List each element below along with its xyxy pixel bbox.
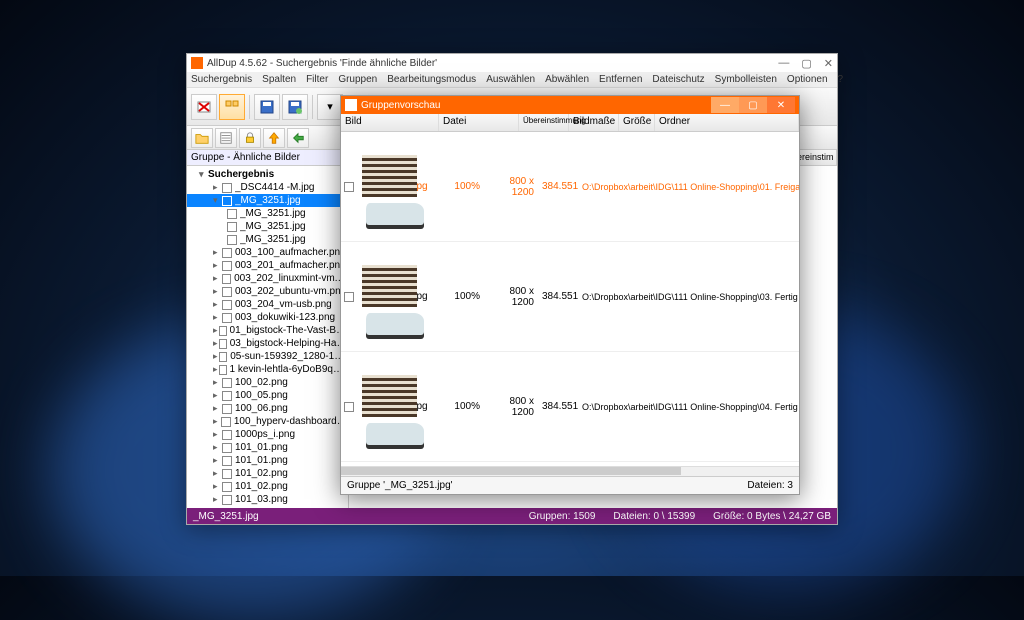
preview-row[interactable]: _MG_3251.jpg 100% 800 x 1200 384.551 O:\…: [341, 132, 799, 242]
minimize-icon[interactable]: —: [778, 57, 789, 70]
folder-button[interactable]: [191, 128, 213, 148]
tree-file[interactable]: ▸003_202_ubuntu-vm.png: [187, 285, 348, 298]
tree-file[interactable]: ▸1000ps_i.png: [187, 428, 348, 441]
menu-item[interactable]: Suchergebnis: [191, 74, 252, 85]
menu-item[interactable]: Auswählen: [486, 74, 535, 85]
tree-file[interactable]: ▸003_100_aufmacher.png: [187, 246, 348, 259]
tree-file[interactable]: ▸003_202_linuxmint-vm.png: [187, 272, 348, 285]
preview-columns[interactable]: Bild Datei Übereinstimmung Bildmaße Größ…: [341, 114, 799, 132]
footer-count: Dateien: 3: [747, 480, 793, 491]
status-groups: Gruppen: 1509: [529, 511, 596, 522]
file-size: 384.551: [538, 181, 578, 192]
row-checkbox[interactable]: [341, 402, 354, 412]
minimize-icon[interactable]: —: [711, 97, 739, 113]
window-title: AllDup 4.5.62 - Suchergebnis 'Finde ähnl…: [207, 58, 778, 69]
tree-file[interactable]: ▸101_01.png: [187, 454, 348, 467]
preview-row[interactable]: _MG_3251.jpg 100% 800 x 1200 384.551 O:\…: [341, 352, 799, 462]
preview-title: Gruppenvorschau: [361, 100, 711, 111]
tree-file[interactable]: ▸101_02.png: [187, 480, 348, 493]
back-button[interactable]: [287, 128, 309, 148]
tree-file[interactable]: ▸100_06.png: [187, 402, 348, 415]
tree-group-selected[interactable]: ▾_MG_3251.jpg: [187, 194, 348, 207]
tree-file[interactable]: ▸03_bigstock-Helping-Hand-Concept-…: [187, 337, 348, 350]
tree-file[interactable]: ▸05-sun-159392_1280-1078x1024.jpg: [187, 350, 348, 363]
tree-file[interactable]: ▸003_204_vm-usb.png: [187, 298, 348, 311]
tree-group[interactable]: ▸_DSC4414 -M.jpg: [187, 181, 348, 194]
match-percent: 100%: [438, 181, 484, 192]
status-file: _MG_3251.jpg: [193, 511, 511, 522]
tree-item[interactable]: _MG_3251.jpg: [187, 220, 348, 233]
dimensions: 800 x 1200: [484, 286, 538, 308]
up-button[interactable]: [263, 128, 285, 148]
menu-item[interactable]: Optionen: [787, 74, 828, 85]
status-files: Dateien: 0 \ 15399: [613, 511, 695, 522]
tree-file[interactable]: ▸003_dokuwiki-123.png: [187, 311, 348, 324]
app-icon: [191, 57, 203, 69]
close-icon[interactable]: ✕: [767, 97, 795, 113]
tree-file[interactable]: ▸101_02.png: [187, 467, 348, 480]
file-path: O:\Dropbox\arbeit\IDG\111 Online-Shoppin…: [578, 292, 799, 302]
tree-header: Gruppe - Ähnliche Bilder: [187, 150, 348, 166]
dimensions: 800 x 1200: [484, 176, 538, 198]
footer-group: Gruppe '_MG_3251.jpg': [347, 480, 747, 491]
menu-item[interactable]: Dateischutz: [652, 74, 704, 85]
menu-item[interactable]: ?: [838, 74, 844, 85]
row-checkbox[interactable]: [341, 182, 354, 192]
tree-file[interactable]: ▸100_05.png: [187, 389, 348, 402]
tree-file[interactable]: ▸01_bigstock-The-Vast-Blue-Sky-And-…: [187, 324, 348, 337]
close-icon[interactable]: ✕: [824, 57, 833, 70]
maximize-icon[interactable]: ▢: [739, 97, 767, 113]
menu-item[interactable]: Entfernen: [599, 74, 642, 85]
delete-button[interactable]: [191, 94, 217, 120]
tree-file[interactable]: ▸101_01.png: [187, 441, 348, 454]
menu-item[interactable]: Symbolleisten: [715, 74, 777, 85]
dimensions: 800 x 1200: [484, 396, 538, 418]
file-path: O:\Dropbox\arbeit\IDG\111 Online-Shoppin…: [578, 182, 799, 192]
preview-footer: Gruppe '_MG_3251.jpg' Dateien: 3: [341, 476, 799, 494]
tree-item[interactable]: _MG_3251.jpg: [187, 233, 348, 246]
tree-panel[interactable]: Gruppe - Ähnliche Bilder ▾Suchergebnis ▸…: [187, 150, 349, 508]
results-button[interactable]: [215, 128, 237, 148]
save-as-button[interactable]: [282, 94, 308, 120]
file-path: O:\Dropbox\arbeit\IDG\111 Online-Shoppin…: [578, 402, 799, 412]
menu-item[interactable]: Spalten: [262, 74, 296, 85]
tree-file[interactable]: ▸100_hyperv-dashboard.png: [187, 415, 348, 428]
statusbar: _MG_3251.jpg Gruppen: 1509 Dateien: 0 \ …: [187, 508, 837, 524]
folder-icon: [345, 99, 357, 111]
preview-row[interactable]: _MG_3251.jpg 100% 800 x 1200 384.551 O:\…: [341, 242, 799, 352]
status-size: Größe: 0 Bytes \ 24,27 GB: [713, 511, 831, 522]
preview-body[interactable]: _MG_3251.jpg 100% 800 x 1200 384.551 O:\…: [341, 132, 799, 466]
menu-item[interactable]: Gruppen: [338, 74, 377, 85]
tree-file[interactable]: ▸101_03.png: [187, 493, 348, 506]
preview-titlebar[interactable]: Gruppenvorschau — ▢ ✕: [341, 96, 799, 114]
save-button[interactable]: [254, 94, 280, 120]
preview-window: Gruppenvorschau — ▢ ✕ Bild Datei Überein…: [340, 95, 800, 495]
file-size: 384.551: [538, 291, 578, 302]
scrollbar-horizontal[interactable]: [341, 466, 799, 476]
menu-item[interactable]: Bearbeitungsmodus: [387, 74, 476, 85]
tree-file[interactable]: ▸100_02.png: [187, 376, 348, 389]
tree-file[interactable]: ▸1 kevin-lehtla-6yDoB9qqUz4-unsplas…: [187, 363, 348, 376]
match-percent: 100%: [438, 401, 484, 412]
match-percent: 100%: [438, 291, 484, 302]
view-button[interactable]: [219, 94, 245, 120]
maximize-icon[interactable]: ▢: [801, 57, 811, 70]
tree-root[interactable]: ▾Suchergebnis: [187, 168, 348, 181]
row-checkbox[interactable]: [341, 292, 354, 302]
lock-button[interactable]: [239, 128, 261, 148]
file-size: 384.551: [538, 401, 578, 412]
menu-item[interactable]: Filter: [306, 74, 328, 85]
tree-item[interactable]: _MG_3251.jpg: [187, 207, 348, 220]
titlebar[interactable]: AllDup 4.5.62 - Suchergebnis 'Finde ähnl…: [187, 54, 837, 72]
tree-file[interactable]: ▸003_201_aufmacher.png: [187, 259, 348, 272]
menu-item[interactable]: Abwählen: [545, 74, 589, 85]
menubar: Suchergebnis Spalten Filter Gruppen Bear…: [187, 72, 837, 88]
